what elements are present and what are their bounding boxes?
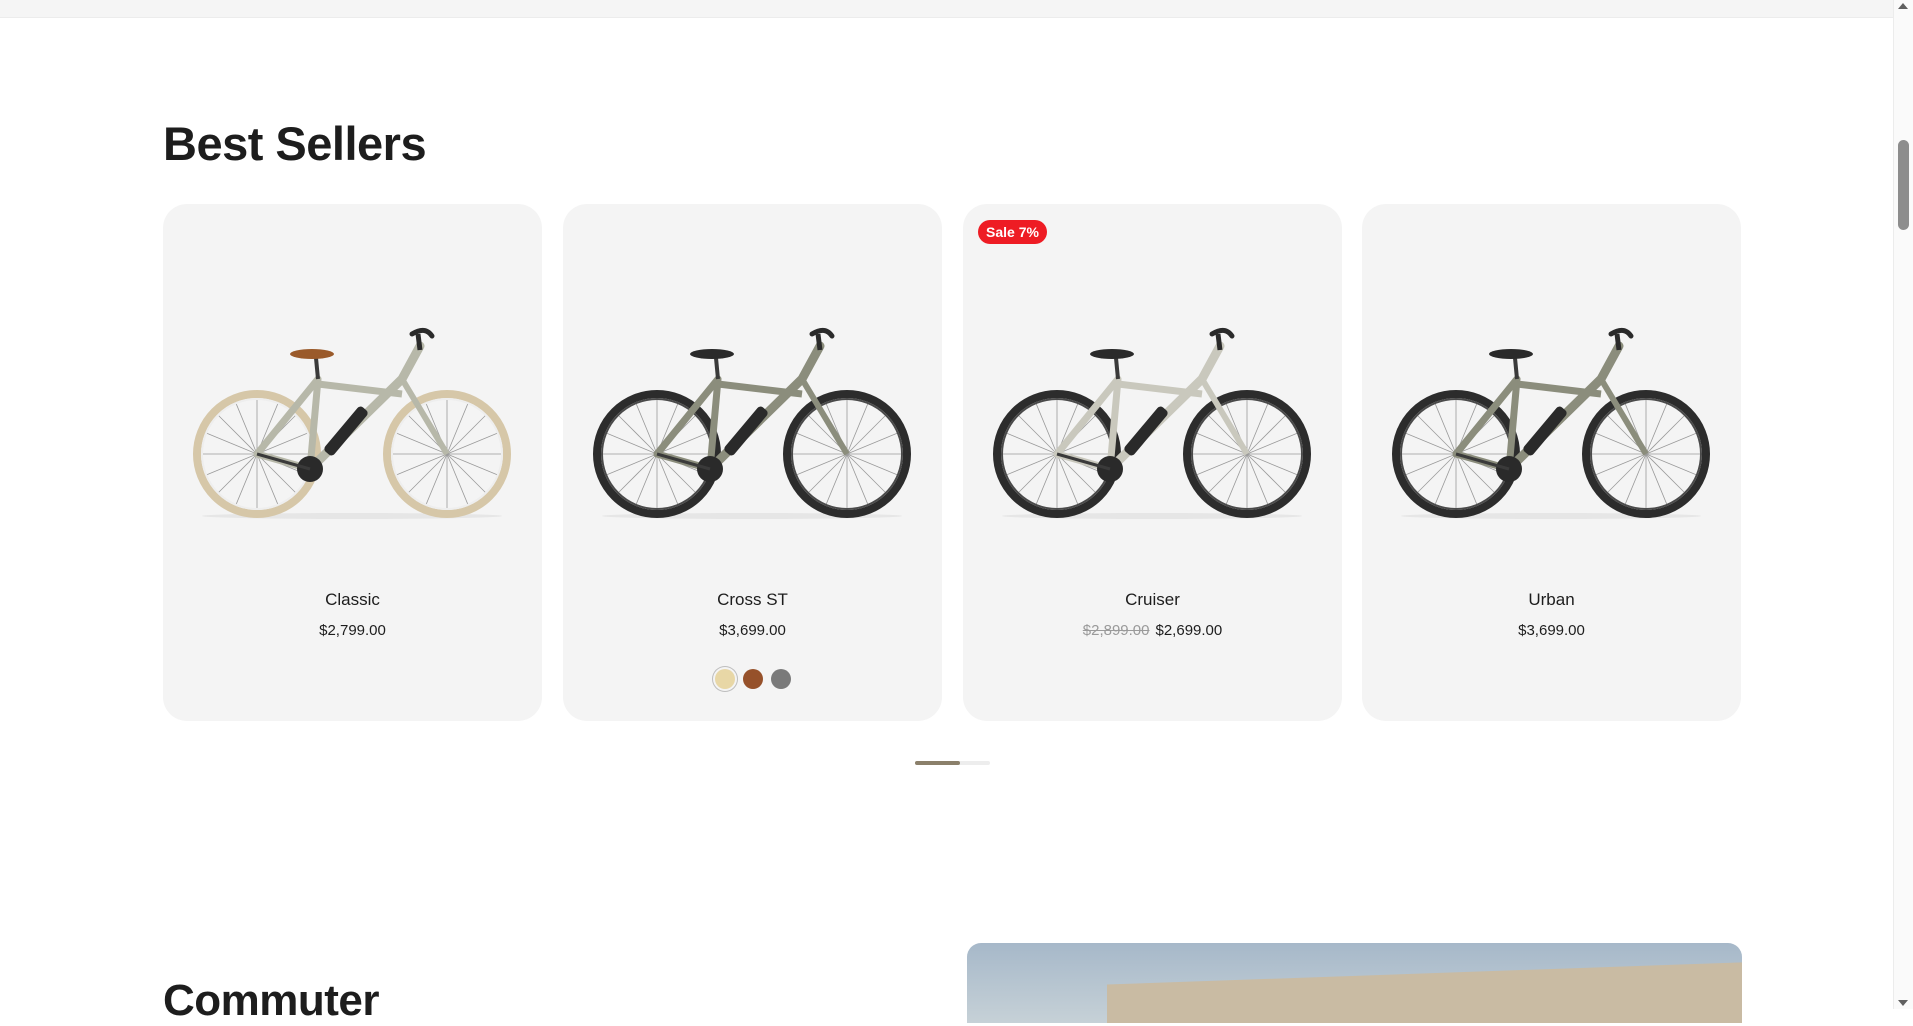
color-swatches xyxy=(563,669,942,689)
bike-illustration xyxy=(193,327,511,519)
product-image[interactable] xyxy=(163,284,542,524)
price-row: $2,799.00 xyxy=(163,622,542,639)
carousel-progress-fill xyxy=(915,761,960,765)
header-bar-edge xyxy=(0,0,1894,18)
page-scrollbar[interactable] xyxy=(1893,0,1913,1009)
product-name[interactable]: Cross ST xyxy=(563,590,942,610)
carousel-progress-track[interactable] xyxy=(915,761,990,765)
product-name[interactable]: Cruiser xyxy=(963,590,1342,610)
price-row: $3,699.00 xyxy=(563,622,942,639)
original-price: $2,899.00 xyxy=(1082,622,1150,639)
product-card-cross-st[interactable]: Cross ST $3,699.00 xyxy=(563,204,942,721)
scrollbar-thumb[interactable] xyxy=(1898,140,1909,230)
bike-illustration xyxy=(1392,327,1710,519)
price-row: $3,699.00 xyxy=(1362,622,1741,639)
product-image[interactable] xyxy=(1362,284,1741,524)
scroll-down-arrow-icon[interactable] xyxy=(1898,1000,1908,1006)
color-swatch-cream[interactable] xyxy=(714,669,735,689)
product-price: $3,699.00 xyxy=(1518,622,1585,639)
product-name[interactable]: Urban xyxy=(1362,590,1741,610)
color-swatch-gray[interactable] xyxy=(770,669,791,689)
scroll-up-arrow-icon[interactable] xyxy=(1898,3,1908,9)
product-card-urban[interactable]: Urban $3,699.00 xyxy=(1362,204,1741,721)
product-image[interactable] xyxy=(563,284,942,524)
product-price: $3,699.00 xyxy=(719,622,786,639)
bike-illustration xyxy=(993,327,1311,519)
product-card-classic[interactable]: Classic $2,799.00 xyxy=(163,204,542,721)
product-image[interactable] xyxy=(963,284,1342,524)
product-price: $2,799.00 xyxy=(319,622,386,639)
commuter-section-title: Commuter xyxy=(163,976,380,1025)
product-card-cruiser[interactable]: Sale 7% Cruiser $2,899.00 $2,699.00 xyxy=(963,204,1342,721)
product-name[interactable]: Classic xyxy=(163,590,542,610)
color-swatch-brown[interactable] xyxy=(742,669,763,689)
hero-wall-shape xyxy=(1107,961,1742,1023)
page: Best Sellers Classic $2,799.00 Cross ST … xyxy=(0,0,1894,1025)
price-row: $2,899.00 $2,699.00 xyxy=(963,622,1342,639)
sale-price: $2,699.00 xyxy=(1155,622,1223,639)
section-title: Best Sellers xyxy=(163,117,427,170)
bike-illustration xyxy=(593,327,911,519)
sale-badge: Sale 7% xyxy=(978,220,1047,244)
commuter-hero-image xyxy=(967,943,1742,1023)
